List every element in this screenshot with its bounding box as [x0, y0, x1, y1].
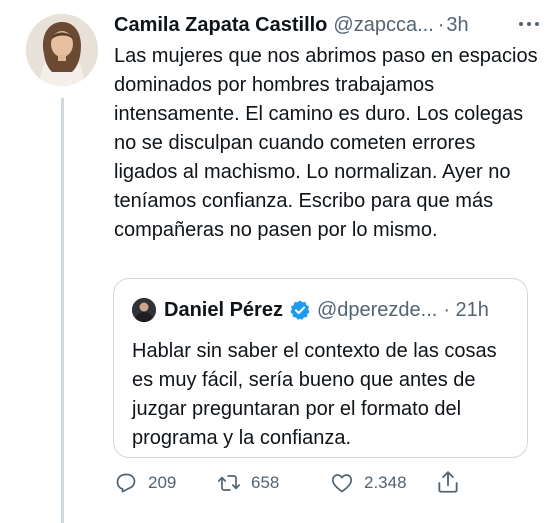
quoted-tweet-time: · 21h — [443, 298, 489, 321]
author-avatar[interactable] — [26, 14, 98, 86]
tweet-text: Las mujeres que nos abrimos paso en espa… — [114, 45, 538, 241]
tweet-actions: 209 658 2.348 — [114, 468, 474, 498]
like-button[interactable]: 2.348 — [330, 468, 407, 498]
author-handle[interactable]: @zapcca... — [333, 14, 433, 37]
reply-count: 209 — [148, 473, 177, 492]
more-horizontal-icon[interactable] — [516, 14, 542, 34]
heart-icon — [331, 474, 353, 493]
quoted-tweet[interactable]: Daniel Pérez @dperezde... · 21h Hablar s… — [113, 278, 528, 458]
like-count: 2.348 — [364, 473, 407, 492]
tweet-header: Camila Zapata Castillo @zapcca... · 3h — [114, 10, 546, 40]
retweet-button[interactable]: 658 — [217, 468, 279, 498]
tweet-time[interactable]: 3h — [446, 14, 468, 37]
verified-badge-icon — [290, 300, 310, 320]
thread-line — [61, 98, 64, 523]
reply-button[interactable]: 209 — [114, 468, 176, 498]
retweet-count: 658 — [251, 473, 280, 492]
time-separator: · — [437, 13, 445, 36]
share-icon[interactable] — [435, 469, 461, 495]
quoted-author-handle: @dperezde... — [316, 298, 438, 321]
retweet-icon — [217, 475, 241, 491]
author-name[interactable]: Camila Zapata Castillo — [114, 14, 327, 37]
reply-icon — [116, 473, 136, 493]
quoted-tweet-header: Daniel Pérez @dperezde... · 21h — [132, 295, 517, 325]
quoted-author-name: Daniel Pérez — [164, 298, 283, 321]
quoted-author-avatar — [132, 298, 156, 322]
tweet[interactable]: Camila Zapata Castillo @zapcca... · 3h L… — [0, 0, 560, 523]
quoted-tweet-text: Hablar sin saber el contexto de las cosa… — [132, 340, 497, 449]
